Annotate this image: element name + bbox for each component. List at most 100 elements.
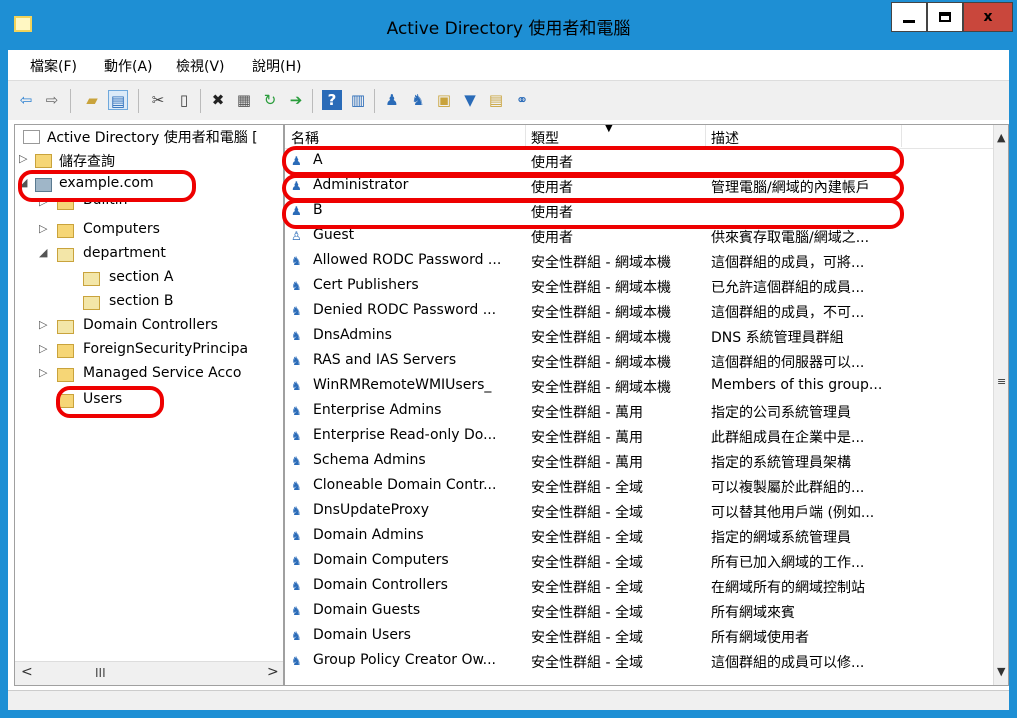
table-row[interactable]: ♞ WinRMRemoteWMIUsers_ 安全性群組 - 網域本機 Members… [285,374,993,399]
expand-icon[interactable]: ▷ [39,366,47,379]
scroll-up-icon[interactable]: ▲ [997,131,1005,144]
maximize-button[interactable] [927,2,963,32]
new-user-icon[interactable]: ♟ [382,90,402,110]
forward-arrow-icon[interactable]: ⇨ [42,90,62,110]
table-row[interactable]: ♞ Domain Controllers 安全性群組 - 全域 在網域所有的網域控制站 [285,574,993,599]
help-icon[interactable]: ? [322,90,342,110]
copy-icon[interactable]: ▯ [174,90,194,110]
table-row[interactable]: ♞ DnsAdmins 安全性群組 - 網域本機 DNS 系統管理員群組 [285,324,993,349]
console-tree-icon[interactable]: ▤ [108,90,128,110]
tree-item-section-a[interactable]: section A [83,269,263,291]
folder-up-icon[interactable]: ▰ [82,90,102,110]
scroll-thumb-grip-icon[interactable]: ≡ [997,375,1006,388]
expand-icon[interactable]: ▷ [39,222,47,235]
column-name-header[interactable]: 名稱 [291,128,319,148]
table-row[interactable]: ♞ DnsUpdateProxy 安全性群組 - 全域 可以替其他用戶端 (例如... [285,499,993,524]
tree-item-domain-controllers[interactable]: ▷ Domain Controllers [39,317,279,339]
menu-file[interactable]: 檔案(F) [30,56,77,76]
toolbar: ⇦ ⇨ ▰ ▤ ✂ ▯ ✖ ▦ ↻ ➔ ? ▥ ♟ ♞ ▣ ▼ ▤ ⚭ [8,80,1009,120]
row-name: Cert Publishers [313,277,419,293]
table-row[interactable]: ♞ Group Policy Creator Ow... 安全性群組 - 全域 這個群… [285,649,993,674]
expand-icon[interactable]: ▷ [39,342,47,355]
refresh-icon[interactable]: ↻ [260,90,280,110]
table-row[interactable]: ♟ Administrator 使用者 管理電腦/網域的內建帳戶 [285,174,993,199]
tree-root[interactable]: Active Directory 使用者和電腦 [ [23,127,283,149]
details-icon[interactable]: ▥ [348,90,368,110]
table-row[interactable]: ♟ A 使用者 [285,149,993,174]
collapse-icon[interactable]: ◢ [19,176,27,189]
table-row[interactable]: ♞ Allowed RODC Password ... 安全性群組 - 網域本機 這個… [285,249,993,274]
properties-icon[interactable]: ▦ [234,90,254,110]
tree-item-section-b[interactable]: section B [83,293,263,315]
scroll-down-icon[interactable]: ▼ [997,665,1005,678]
tree-item-department[interactable]: ◢ department [39,245,259,267]
menu-help[interactable]: 說明(H) [252,56,301,76]
table-row[interactable]: ♞ Schema Admins 安全性群組 - 萬用 指定的系統管理員架構 [285,449,993,474]
tree-item-managed-service[interactable]: ▷ Managed Service Acco [39,365,281,387]
row-name: DnsAdmins [313,327,392,343]
cut-icon[interactable]: ✂ [148,90,168,110]
tree-item-builtin[interactable]: ▷ Builtin [39,199,259,213]
row-desc: 可以複製屬於此群組的... [711,480,865,496]
expand-icon[interactable]: ▷ [39,318,47,331]
back-arrow-icon[interactable]: ⇦ [16,90,36,110]
row-type: 安全性群組 - 全域 [531,505,643,521]
tree-horizontal-scrollbar[interactable]: < III > [15,661,283,685]
column-type-header[interactable]: 類型 [531,128,559,148]
tree-item-domain[interactable]: ◢ example.com [19,175,259,197]
folder-icon [35,154,52,168]
table-row[interactable]: ♞ Domain Users 安全性群組 - 全域 所有網域使用者 [285,624,993,649]
table-row[interactable]: ♞ Enterprise Admins 安全性群組 - 萬用 指定的公司系統管理員 [285,399,993,424]
close-button[interactable]: x [963,2,1013,32]
expand-icon[interactable]: ▷ [19,152,27,165]
scroll-left-icon[interactable]: < [21,664,33,680]
new-group-icon[interactable]: ♞ [408,90,428,110]
table-row[interactable]: ♞ Domain Admins 安全性群組 - 全域 指定的網域系統管理員 [285,524,993,549]
scroll-right-icon[interactable]: > [267,664,279,680]
tree-item-users[interactable]: Users [57,391,177,413]
column-divider[interactable] [705,125,706,147]
list-vertical-scrollbar[interactable]: ▲ ≡ ▼ [993,125,1008,685]
row-desc: 管理電腦/網域的內建帳戶 [711,180,870,196]
table-row[interactable]: ♞ Domain Computers 安全性群組 - 全域 所有已加入網域的工作... [285,549,993,574]
row-type: 安全性群組 - 全域 [531,655,643,671]
filter-icon[interactable]: ▼ [460,90,480,110]
folder-icon [57,224,74,238]
tree-item-foreign-security[interactable]: ▷ ForeignSecurityPrincipa [39,341,281,363]
row-name: Domain Computers [313,552,449,568]
column-desc-header[interactable]: 描述 [711,128,739,148]
new-ou-icon[interactable]: ▣ [434,90,454,110]
row-type: 安全性群組 - 網域本機 [531,255,671,271]
table-row[interactable]: ♙ Guest 使用者 供來賓存取電腦/網域之... [285,224,993,249]
expand-icon[interactable]: ▷ [39,199,47,208]
list-header: 名稱 類型 ▼ 描述 [285,125,993,149]
table-row[interactable]: ♞ Cloneable Domain Contr... 安全性群組 - 全域 可以複製… [285,474,993,499]
title-bar[interactable]: Active Directory 使用者和電腦 x [0,0,1017,50]
add-to-group-icon[interactable]: ⚭ [512,90,532,110]
table-row[interactable]: ♞ Denied RODC Password ... 安全性群組 - 網域本機 這個群… [285,299,993,324]
collapse-icon[interactable]: ◢ [39,246,47,259]
tree-item-saved-queries[interactable]: ▷ 儲存查詢 [19,151,259,173]
group-icon: ♞ [291,554,302,568]
menu-action[interactable]: 動作(A) [104,56,153,76]
row-desc: 此群組成員在企業中是... [711,430,865,446]
column-divider[interactable] [901,125,902,147]
table-row[interactable]: ♞ RAS and IAS Servers 安全性群組 - 網域本機 這個群組的伺服器… [285,349,993,374]
delete-icon[interactable]: ✖ [208,90,228,110]
tree-item-computers[interactable]: ▷ Computers [39,221,259,243]
row-type: 使用者 [531,205,573,221]
row-type: 安全性群組 - 全域 [531,480,643,496]
table-row[interactable]: ♞ Enterprise Read-only Do... 安全性群組 - 萬用 此群組… [285,424,993,449]
export-icon[interactable]: ➔ [286,90,306,110]
table-row[interactable]: ♞ Domain Guests 安全性群組 - 全域 所有網域來賓 [285,599,993,624]
minimize-button[interactable] [891,2,927,32]
menu-view[interactable]: 檢視(V) [176,56,225,76]
toolbar-separator [138,89,139,113]
table-row[interactable]: ♟ B 使用者 [285,199,993,224]
find-icon[interactable]: ▤ [486,90,506,110]
row-type: 安全性群組 - 全域 [531,630,643,646]
table-row[interactable]: ♞ Cert Publishers 安全性群組 - 網域本機 已允許這個群組的成員..… [285,274,993,299]
column-divider[interactable] [525,125,526,147]
scroll-thumb[interactable]: III [95,666,106,680]
ou-icon [57,248,74,262]
